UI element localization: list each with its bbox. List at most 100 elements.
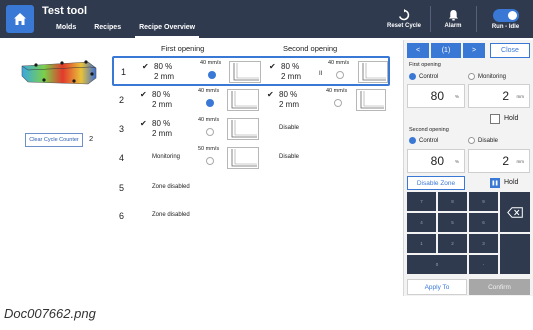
second-pct: 80 % — [279, 90, 298, 99]
first-mm-input[interactable]: 2 mm — [468, 84, 530, 108]
first-mm: 2 mm — [152, 129, 172, 138]
key-0[interactable]: 0 — [407, 255, 467, 274]
recipe-row-2[interactable]: 2 ✔ 80 % 2 mm 40 mm/s ✔ 80 % 2 mm 40 mm/… — [112, 86, 390, 116]
key-5[interactable]: 5 — [438, 213, 467, 232]
second-opening-values: 80 % 2 mm — [279, 90, 299, 110]
key-4[interactable]: 4 — [407, 213, 436, 232]
app-title: Test tool — [42, 5, 88, 17]
close-button[interactable]: Close — [490, 43, 530, 58]
second-mm: 2 mm — [281, 72, 301, 81]
first-mm: 2 mm — [154, 72, 174, 81]
input-value: 2 — [502, 89, 509, 103]
first-percent-input[interactable]: 80 % — [407, 84, 465, 108]
row-number: 2 — [119, 95, 125, 105]
file-caption: Doc007662.png — [4, 306, 96, 321]
second-percent-input[interactable]: 80 % — [407, 149, 465, 173]
second-opening-header: Second opening — [283, 44, 338, 53]
second-profile-graph — [358, 61, 388, 83]
disable-label: Disable — [478, 137, 499, 144]
tab-molds[interactable]: Molds — [52, 22, 80, 38]
apply-to-button[interactable]: Apply To — [407, 279, 467, 295]
second-disable-radio[interactable]: Disable — [468, 137, 498, 144]
run-idle-toggle[interactable]: Run - Idle — [478, 0, 533, 38]
divider — [430, 6, 431, 32]
key-6[interactable]: 6 — [469, 213, 498, 232]
next-button[interactable]: > — [463, 43, 485, 58]
tab-recipe-overview[interactable]: Recipe Overview — [135, 22, 200, 38]
reset-cycle-button[interactable]: Reset Cycle — [380, 0, 428, 38]
zone-status: Zone disabled — [152, 212, 190, 218]
second-indicator-dot — [336, 71, 344, 79]
divider — [476, 6, 477, 32]
confirm-button[interactable]: Confirm — [469, 279, 530, 295]
first-control-radio[interactable]: Control — [409, 73, 438, 80]
mold-part-image — [21, 60, 97, 85]
first-opening-values: 80 % 2 mm — [152, 90, 172, 110]
pause-icon — [492, 180, 498, 186]
key-1[interactable]: 1 — [407, 234, 436, 253]
hold-toggle[interactable] — [490, 178, 500, 188]
key-minus[interactable]: - — [469, 255, 498, 274]
control-label: Control — [419, 137, 439, 144]
radio-selected — [409, 137, 416, 144]
first-opening-header: First opening — [161, 44, 205, 53]
first-profile-graph — [229, 61, 261, 83]
alarm-button[interactable]: Alarm — [432, 0, 474, 38]
input-value: 2 — [502, 154, 509, 168]
first-indicator-dot — [208, 71, 216, 79]
first-indicator-dot — [206, 157, 214, 165]
first-opening-status: Monitoring — [152, 154, 181, 160]
keypad-blank — [500, 234, 530, 274]
second-control-radio[interactable]: Control — [409, 137, 438, 144]
second-indicator-dot — [334, 99, 342, 107]
hold-checkbox[interactable] — [490, 114, 500, 124]
second-mm: 2 mm — [279, 100, 299, 109]
first-indicator-dot — [206, 99, 214, 107]
radio-unselected — [468, 137, 475, 144]
row-number: 1 — [121, 67, 127, 77]
first-opening-label: First opening — [409, 62, 441, 68]
backspace-key[interactable] — [500, 192, 530, 232]
cycle-count: 2 — [89, 134, 94, 143]
tab-recipes[interactable]: Recipes — [90, 22, 125, 38]
row-number: 4 — [119, 153, 125, 163]
recipe-index: (1) — [431, 43, 461, 58]
input-unit: mm — [516, 159, 525, 164]
first-monitoring-radio[interactable]: Monitoring — [468, 73, 506, 80]
recipe-row-1[interactable]: 1 ✔ 80 % 2 mm 40 mm/s ✔ 80 % 2 mm 40 mm/… — [112, 56, 390, 86]
prev-button[interactable]: < — [407, 43, 429, 58]
key-2[interactable]: 2 — [438, 234, 467, 253]
first-speed: 40 mm/s — [200, 60, 222, 66]
second-opening-values: 80 % 2 mm — [281, 62, 301, 82]
disable-zone-button[interactable]: Disable Zone — [407, 176, 465, 190]
input-value: 80 — [430, 89, 444, 103]
check-icon: ✔ — [140, 119, 147, 128]
first-profile-graph — [227, 118, 259, 140]
hold-label-2: Hold — [504, 179, 519, 186]
key-7[interactable]: 7 — [407, 192, 436, 211]
second-mm-input[interactable]: 2 mm — [468, 149, 530, 173]
second-speed: 40 mm/s — [326, 88, 348, 94]
nav-tabs: Molds Recipes Recipe Overview — [38, 22, 200, 38]
second-speed: 40 mm/s — [328, 60, 350, 66]
recipe-row-4[interactable]: 4 Monitoring 50 mm/s Disable — [112, 144, 390, 174]
home-button[interactable] — [6, 5, 34, 33]
first-mm: 2 mm — [152, 100, 172, 109]
backspace-icon — [507, 206, 523, 218]
second-pct: 80 % — [281, 62, 300, 71]
clear-cycle-counter-button[interactable]: Clear Cycle Counter — [25, 133, 83, 147]
input-unit: % — [454, 94, 459, 99]
first-pct: 80 % — [152, 90, 171, 99]
toggle-switch[interactable] — [492, 8, 519, 22]
recipe-row-6[interactable]: 6 Zone disabled — [112, 202, 390, 232]
row-number: 5 — [119, 183, 125, 193]
check-icon: ✔ — [269, 62, 276, 71]
key-3[interactable]: 3 — [469, 234, 498, 253]
recipe-row-3[interactable]: 3 ✔ 80 % 2 mm 40 mm/s Disable — [112, 115, 390, 145]
key-8[interactable]: 8 — [438, 192, 467, 211]
input-unit: mm — [516, 94, 525, 99]
key-9[interactable]: 9 — [469, 192, 498, 211]
recipe-row-5[interactable]: 5 Zone disabled — [112, 174, 390, 204]
second-opening-status: Disable — [279, 125, 300, 131]
first-profile-graph — [227, 89, 259, 111]
